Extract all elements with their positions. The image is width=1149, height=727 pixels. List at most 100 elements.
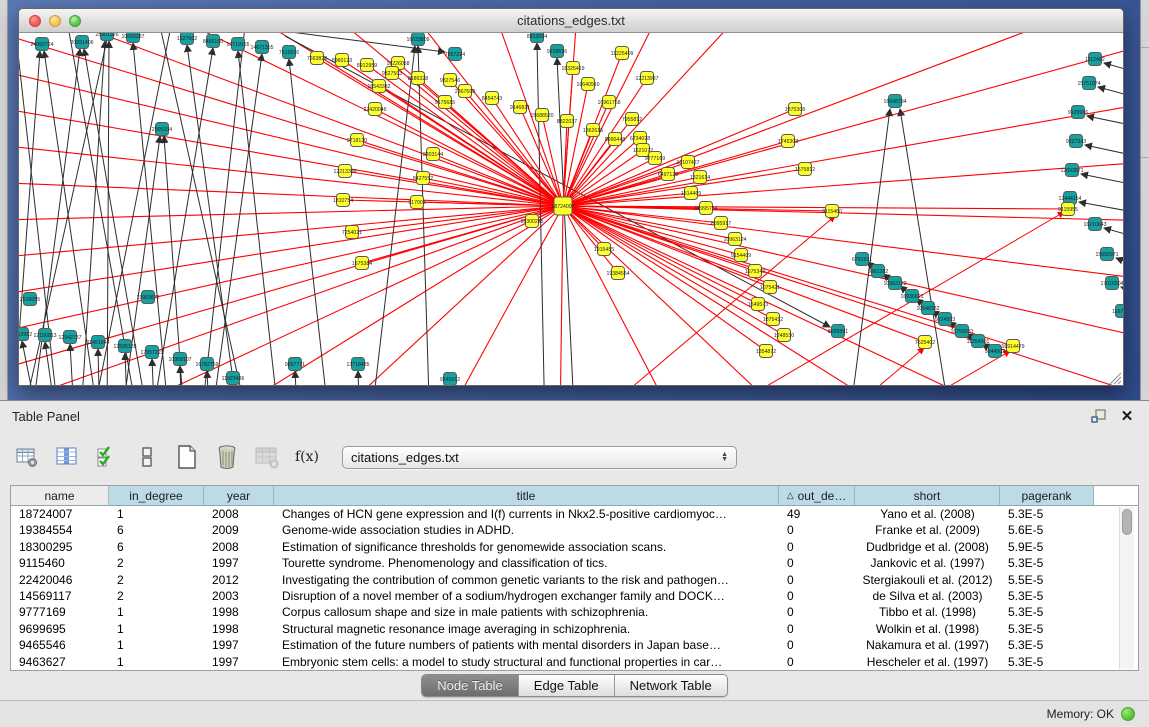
cell-pagerank[interactable]: 5.3E-5	[1000, 604, 1094, 620]
cell-short[interactable]: Dudbridge et al. (2008)	[855, 539, 1000, 555]
cell-title[interactable]: Estimation of the future numbers of pati…	[274, 637, 779, 653]
graph-node[interactable]: 18724007	[551, 197, 574, 215]
graph-node[interactable]: 16033809	[406, 33, 429, 46]
graph-node[interactable]: 917003	[408, 196, 425, 209]
close-window-button[interactable]	[29, 15, 41, 27]
cell-short[interactable]: Jankovic et al. (1997)	[855, 555, 1000, 571]
cell-title[interactable]: Corpus callosum shape and size in male p…	[274, 604, 779, 620]
cell-short[interactable]: Yano et al. (2008)	[855, 506, 1000, 522]
graph-node[interactable]: 16759031	[950, 325, 973, 338]
minimize-window-button[interactable]	[49, 15, 61, 27]
float-panel-icon[interactable]	[1089, 407, 1109, 425]
table-row[interactable]: 1456911722003Disruption of a novel membe…	[11, 588, 1138, 604]
graph-node[interactable]: 9857771	[285, 358, 305, 371]
cell-pagerank[interactable]: 5.3E-5	[1000, 654, 1094, 670]
cell-in_degree[interactable]: 1	[109, 654, 204, 670]
graph-node[interactable]: 15688520	[530, 109, 553, 122]
cell-out_degree[interactable]: 0	[779, 572, 855, 588]
graph-node[interactable]: 1167533	[1112, 305, 1123, 318]
memory-status-indicator[interactable]	[1121, 707, 1135, 721]
graph-node[interactable]: 13718485	[346, 358, 369, 371]
cell-name[interactable]: 18724007	[11, 506, 109, 522]
cell-out_degree[interactable]: 0	[779, 604, 855, 620]
cell-in_degree[interactable]: 1	[109, 506, 204, 522]
graph-node[interactable]: 10540332	[916, 302, 939, 315]
cell-year[interactable]: 2008	[204, 506, 274, 522]
cell-name[interactable]: 22420046	[11, 572, 109, 588]
delete-column-button-disabled[interactable]	[254, 444, 280, 470]
cell-in_degree[interactable]: 1	[109, 637, 204, 653]
zoom-window-button[interactable]	[69, 15, 81, 27]
graph-node[interactable]: 19983872	[136, 291, 159, 304]
graph-node[interactable]: 8466160	[203, 35, 223, 48]
table-row[interactable]: 977716911998Corpus callosum shape and si…	[11, 604, 1138, 620]
table-scrollbar[interactable]	[1119, 507, 1134, 669]
cell-pagerank[interactable]: 5.3E-5	[1000, 506, 1094, 522]
table-row[interactable]: 1872400712008Changes of HCN gene express…	[11, 506, 1138, 522]
cell-short[interactable]: Tibbo et al. (1998)	[855, 604, 1000, 620]
cell-out_degree[interactable]: 0	[779, 588, 855, 604]
close-panel-icon[interactable]: ✕	[1117, 407, 1137, 425]
graph-node[interactable]: 9227343	[1066, 135, 1086, 148]
cell-pagerank[interactable]: 5.3E-5	[1000, 588, 1094, 604]
graph-node[interactable]: 10958107	[168, 353, 191, 366]
column-header-pagerank[interactable]: pagerank	[1000, 486, 1094, 505]
cell-title[interactable]: Genome-wide association studies in ADHD.	[274, 522, 779, 538]
cell-title[interactable]: Changes of HCN gene expression and I(f) …	[274, 506, 779, 522]
graph-node[interactable]: 1675384	[352, 257, 372, 270]
right-panel-edge[interactable]	[1140, 0, 1149, 400]
scrollbar-thumb[interactable]	[1122, 509, 1132, 535]
table-row[interactable]: 1938455462009Genome-wide association stu…	[11, 522, 1138, 538]
graph-node[interactable]: 8990448	[605, 133, 625, 146]
cell-name[interactable]: 9699695	[11, 621, 109, 637]
cell-out_degree[interactable]: 0	[779, 555, 855, 571]
column-header-title[interactable]: title	[274, 486, 779, 505]
cell-year[interactable]: 1998	[204, 621, 274, 637]
table-row[interactable]: 2242004622012Investigating the contribut…	[11, 572, 1138, 588]
graph-node[interactable]: 20691406	[70, 36, 93, 49]
graph-node[interactable]: 8605891	[828, 325, 848, 338]
network-canvas[interactable]: 2405572420691406239013261065528715276028…	[19, 33, 1123, 386]
graph-node[interactable]: 2367608	[455, 85, 475, 98]
graph-node[interactable]: 2803144	[423, 148, 443, 161]
left-panel-edge[interactable]	[0, 0, 8, 400]
graph-node[interactable]: 18325419	[561, 62, 584, 75]
select-all-button[interactable]	[94, 444, 120, 470]
cell-year[interactable]: 1997	[204, 637, 274, 653]
graph-node[interactable]: 10719155	[226, 38, 249, 51]
graph-node[interactable]: 1362615	[583, 124, 603, 137]
table-settings-button[interactable]	[14, 444, 40, 470]
column-header-in_degree[interactable]: in_degree	[109, 486, 204, 505]
show-columns-button[interactable]	[54, 444, 80, 470]
graph-node[interactable]: 18640910	[576, 78, 599, 91]
cell-short[interactable]: Stergiakouli et al. (2012)	[855, 572, 1000, 588]
graph-node[interactable]: 1112482	[1085, 53, 1105, 66]
function-builder-button[interactable]: f(x)	[294, 444, 320, 470]
cell-name[interactable]: 9777169	[11, 604, 109, 620]
graph-node[interactable]: 16648794	[883, 95, 906, 108]
graph-node[interactable]: 19384554	[606, 267, 629, 280]
cell-name[interactable]: 19384554	[11, 522, 109, 538]
cell-short[interactable]: Wolkin et al. (1998)	[855, 621, 1000, 637]
graph-node[interactable]: 6734028	[630, 132, 650, 145]
cell-year[interactable]: 1998	[204, 604, 274, 620]
graph-node[interactable]: 17016504	[1100, 277, 1123, 290]
graph-node[interactable]: 12093871	[1060, 164, 1083, 177]
cell-in_degree[interactable]: 2	[109, 572, 204, 588]
cell-year[interactable]: 2008	[204, 539, 274, 555]
graph-node[interactable]: 17957223	[140, 346, 163, 359]
graph-node[interactable]: 8813054	[527, 33, 547, 43]
graph-node[interactable]: 7254021	[342, 226, 362, 239]
network-view-window[interactable]: citations_edges.txt 24055724206914062390…	[18, 8, 1124, 386]
cell-name[interactable]: 14569117	[11, 588, 109, 604]
cell-pagerank[interactable]: 5.3E-5	[1000, 555, 1094, 571]
cell-name[interactable]: 9465546	[11, 637, 109, 653]
window-titlebar[interactable]: citations_edges.txt	[19, 9, 1123, 33]
graph-node[interactable]: 7515526	[279, 46, 299, 59]
graph-node[interactable]: 7625402	[915, 336, 935, 349]
cell-name[interactable]: 9115460	[11, 555, 109, 571]
column-header-year[interactable]: year	[204, 486, 274, 505]
cell-pagerank[interactable]: 5.5E-5	[1000, 572, 1094, 588]
graph-node[interactable]: 12156813	[33, 329, 56, 342]
graph-node[interactable]: 12942737	[58, 331, 81, 344]
